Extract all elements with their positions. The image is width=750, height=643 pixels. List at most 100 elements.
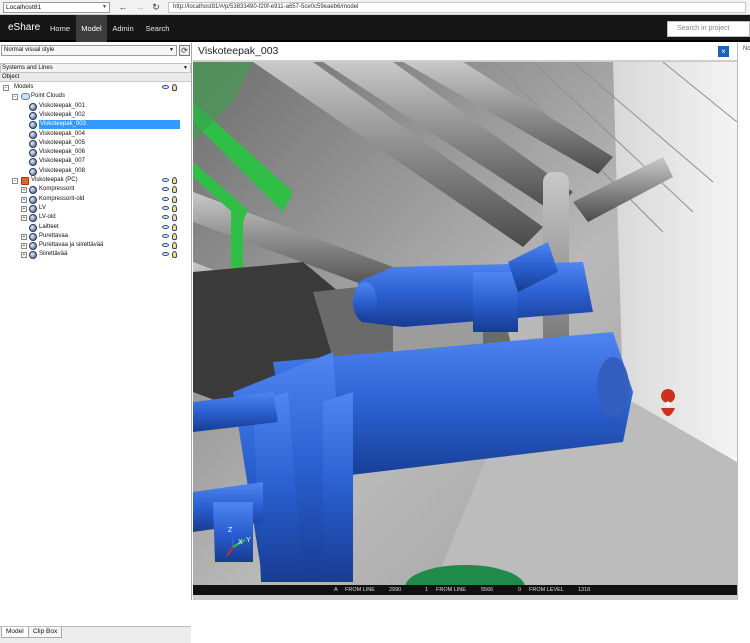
collapse-icon[interactable]: −: [12, 178, 18, 184]
model-tree-panel: Normal visual style ▼ ⟳ Systems and Line…: [0, 43, 192, 643]
point-cloud-view[interactable]: Z Y X: [193, 62, 737, 587]
nav-admin[interactable]: Admin: [108, 15, 138, 42]
close-icon[interactable]: ×: [718, 46, 729, 57]
properties-pane-title: No: [743, 46, 750, 52]
object-sphere-icon: [29, 139, 37, 148]
app-brand[interactable]: eShare: [8, 22, 40, 33]
tree-row[interactable]: Viskoteepak_003: [0, 120, 191, 130]
expand-icon[interactable]: +: [21, 243, 27, 250]
tree-row-label: LV: [39, 204, 46, 211]
tab-select[interactable]: Localhost81 ▼: [3, 2, 110, 13]
visibility-eye-icon[interactable]: [162, 252, 169, 257]
tree-row[interactable]: + LV-old: [0, 213, 191, 223]
object-sphere-icon: [29, 195, 37, 204]
tree-row[interactable]: + Purettavaa: [0, 232, 191, 242]
visibility-eye-icon[interactable]: [162, 215, 169, 220]
tree-row-label: Viskoteepak_003: [39, 120, 180, 130]
bottom-tab-bar: Model Clip Box: [0, 626, 191, 643]
tab-select-label: Localhost81: [6, 4, 42, 11]
tree-row-label: Point Clouds: [31, 93, 66, 100]
systems-select[interactable]: Systems and Lines ▼: [0, 63, 191, 73]
collapse-icon[interactable]: −: [12, 94, 18, 101]
expand-icon[interactable]: +: [21, 187, 27, 194]
tree-row-label: Viskoteepak_004: [39, 130, 85, 137]
tree-row[interactable]: Viskoteepak_005: [0, 139, 191, 149]
tree-row[interactable]: + Purettavaa ja siirettävää: [0, 241, 191, 251]
object-sphere-icon: [29, 232, 37, 241]
back-arrow-icon[interactable]: ←: [117, 1, 129, 13]
refresh-icon[interactable]: ⟳: [179, 45, 190, 56]
expand-icon[interactable]: +: [21, 205, 27, 212]
status-one-label: 1: [425, 587, 429, 593]
axis-y-label: Y: [246, 537, 251, 544]
tree-row[interactable]: + LV: [0, 204, 191, 214]
highlight-bulb-icon[interactable]: [172, 242, 177, 250]
viewer-status-bar: A FROM LINE 2990 1 FROM LINE 5566 0 FROM…: [193, 585, 737, 595]
object-sphere-icon: [29, 242, 37, 251]
visual-style-value: Normal visual style: [4, 47, 55, 53]
nav-home[interactable]: Home: [46, 15, 74, 42]
point-cloud-icon: [21, 93, 30, 101]
tree-row-label: Purettavaa ja siirettävää: [39, 242, 104, 249]
expand-icon[interactable]: +: [21, 252, 27, 259]
tree-row[interactable]: Viskoteepak_001: [0, 102, 191, 112]
tree-row[interactable]: + Kompressorit-old: [0, 195, 191, 205]
highlight-bulb-icon[interactable]: [172, 214, 177, 222]
highlight-bulb-icon[interactable]: [172, 186, 177, 194]
collapse-icon[interactable]: −: [3, 85, 9, 91]
forward-arrow-icon[interactable]: →: [134, 1, 146, 13]
browser-toolbar: Localhost81 ▼ ← → ↻ http://localhost81/#…: [0, 0, 750, 15]
tree-row[interactable]: Viskoteepak_008: [0, 167, 191, 177]
expand-icon[interactable]: +: [21, 233, 27, 240]
tree-row-label: LV-old: [39, 214, 56, 221]
nav-search[interactable]: Search: [141, 15, 174, 42]
highlight-bulb-icon[interactable]: [172, 84, 177, 91]
visibility-eye-icon[interactable]: [162, 243, 169, 248]
visual-style-select[interactable]: Normal visual style ▼: [1, 45, 177, 56]
scene-render[interactable]: Z Y X: [193, 62, 737, 587]
tree-row-label: Viskoteepak (PC): [31, 177, 78, 183]
tree-row[interactable]: − Models: [0, 83, 191, 93]
tree-row-label: Viskoteepak_008: [39, 167, 85, 174]
address-input[interactable]: http://localhost81/#/p/53833490-f20f-e91…: [168, 2, 746, 13]
tree-row[interactable]: Laitteet: [0, 223, 191, 233]
tree-row[interactable]: − Viskoteepak (PC): [0, 176, 191, 186]
highlight-bulb-icon[interactable]: [172, 195, 177, 203]
visibility-eye-icon[interactable]: [162, 196, 169, 201]
object-sphere-icon: [29, 186, 37, 195]
tree-row[interactable]: Viskoteepak_004: [0, 130, 191, 140]
reload-icon[interactable]: ↻: [150, 1, 162, 13]
tree-row[interactable]: Viskoteepak_002: [0, 111, 191, 121]
visibility-eye-icon[interactable]: [162, 224, 169, 229]
axis-x-label: X: [238, 539, 243, 546]
chevron-down-icon: ▼: [183, 65, 188, 71]
highlight-bulb-icon[interactable]: [172, 232, 177, 240]
tree-row[interactable]: Viskoteepak_007: [0, 157, 191, 167]
object-sphere-icon: [29, 111, 37, 120]
tree-row[interactable]: Viskoteepak_006: [0, 148, 191, 158]
object-sphere-icon: [29, 251, 37, 260]
highlight-bulb-icon[interactable]: [172, 251, 177, 259]
highlight-bulb-icon[interactable]: [172, 204, 177, 212]
visibility-eye-icon[interactable]: [162, 205, 169, 210]
tree-row[interactable]: + Kompressorit: [0, 185, 191, 195]
expand-icon[interactable]: +: [21, 196, 27, 203]
highlight-bulb-icon[interactable]: [172, 223, 177, 231]
tree-row-label: Viskoteepak_007: [39, 158, 85, 165]
tree-row[interactable]: − Point Clouds: [0, 92, 191, 102]
highlight-bulb-icon[interactable]: [172, 177, 177, 184]
visibility-eye-icon[interactable]: [162, 85, 169, 89]
object-sphere-icon: [29, 158, 37, 167]
expand-icon[interactable]: +: [21, 215, 27, 222]
chevron-down-icon: ▼: [102, 4, 107, 10]
project-search-input[interactable]: Search in project: [667, 21, 750, 37]
visibility-eye-icon[interactable]: [162, 233, 169, 238]
visibility-eye-icon[interactable]: [162, 187, 169, 192]
properties-pane: No: [737, 43, 750, 600]
nav-model[interactable]: Model: [76, 15, 107, 42]
axis-z-label: Z: [228, 527, 233, 534]
tab-clip-box[interactable]: Clip Box: [28, 627, 63, 638]
visibility-eye-icon[interactable]: [162, 178, 169, 182]
tree-row[interactable]: + Siirettävää: [0, 250, 191, 260]
tab-model[interactable]: Model: [1, 627, 29, 638]
